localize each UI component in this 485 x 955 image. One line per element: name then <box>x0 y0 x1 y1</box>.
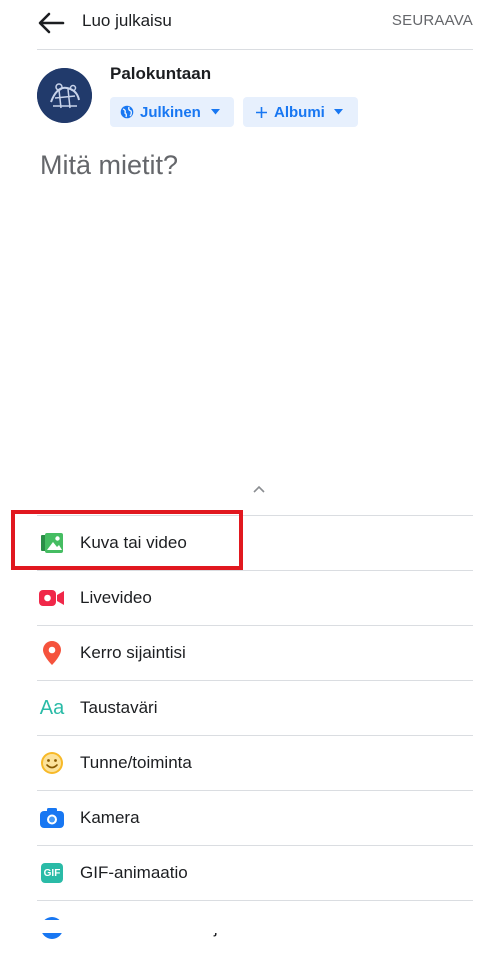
avatar[interactable] <box>37 68 92 123</box>
option-gif[interactable]: GIF GIF-animaatio <box>37 846 473 900</box>
camera-icon <box>38 804 66 832</box>
sheet-expand-button[interactable] <box>251 482 267 494</box>
option-camera[interactable]: Kamera <box>37 791 473 845</box>
option-label: Kerro sijaintisi <box>80 643 186 662</box>
text-aa-glyph: Aa <box>39 696 65 719</box>
top-bar: Luo julkaisu SEURAAVA <box>0 0 485 52</box>
option-label: Livevideo <box>80 588 152 607</box>
globe-icon <box>120 105 134 119</box>
page-title: Luo julkaisu <box>82 11 172 30</box>
option-feeling-activity[interactable]: Tunne/toiminta <box>37 736 473 790</box>
smiley-icon <box>38 749 66 777</box>
gif-icon: GIF <box>38 859 66 887</box>
option-background-color[interactable]: Aa Taustaväri <box>37 681 473 735</box>
option-location[interactable]: Kerro sijaintisi <box>37 626 473 680</box>
arrow-left-icon <box>38 12 65 34</box>
back-button[interactable] <box>36 10 66 36</box>
highlight-box <box>11 510 243 570</box>
option-label: Tunne/toiminta <box>80 753 192 772</box>
live-video-icon <box>38 584 66 612</box>
album-label: Albumi <box>274 103 325 121</box>
audience-label: Julkinen <box>140 103 201 121</box>
location-pin-icon <box>38 639 66 667</box>
gif-glyph: GIF <box>41 863 63 883</box>
chevron-up-icon <box>253 485 265 493</box>
album-selector[interactable]: Albumi <box>243 97 358 127</box>
option-label: GIF-animaatio <box>80 863 188 882</box>
option-label: Taustaväri <box>80 698 158 717</box>
next-button[interactable]: SEURAAVA <box>392 12 473 29</box>
audience-selector[interactable]: Julkinen <box>110 97 234 127</box>
caret-down-icon <box>210 109 220 115</box>
text-aa-icon: Aa <box>38 694 66 722</box>
option-live-video[interactable]: Livevideo <box>37 571 473 625</box>
plus-icon <box>256 106 267 118</box>
profile-name: Palokuntaan <box>110 64 212 83</box>
avatar-logo-icon <box>37 68 92 123</box>
post-text-input[interactable]: Mitä mietit? <box>40 150 178 181</box>
caret-down-icon <box>333 109 343 115</box>
screen-bottom-edge <box>0 920 485 933</box>
header-divider <box>37 49 473 50</box>
option-label: Kamera <box>80 808 140 827</box>
